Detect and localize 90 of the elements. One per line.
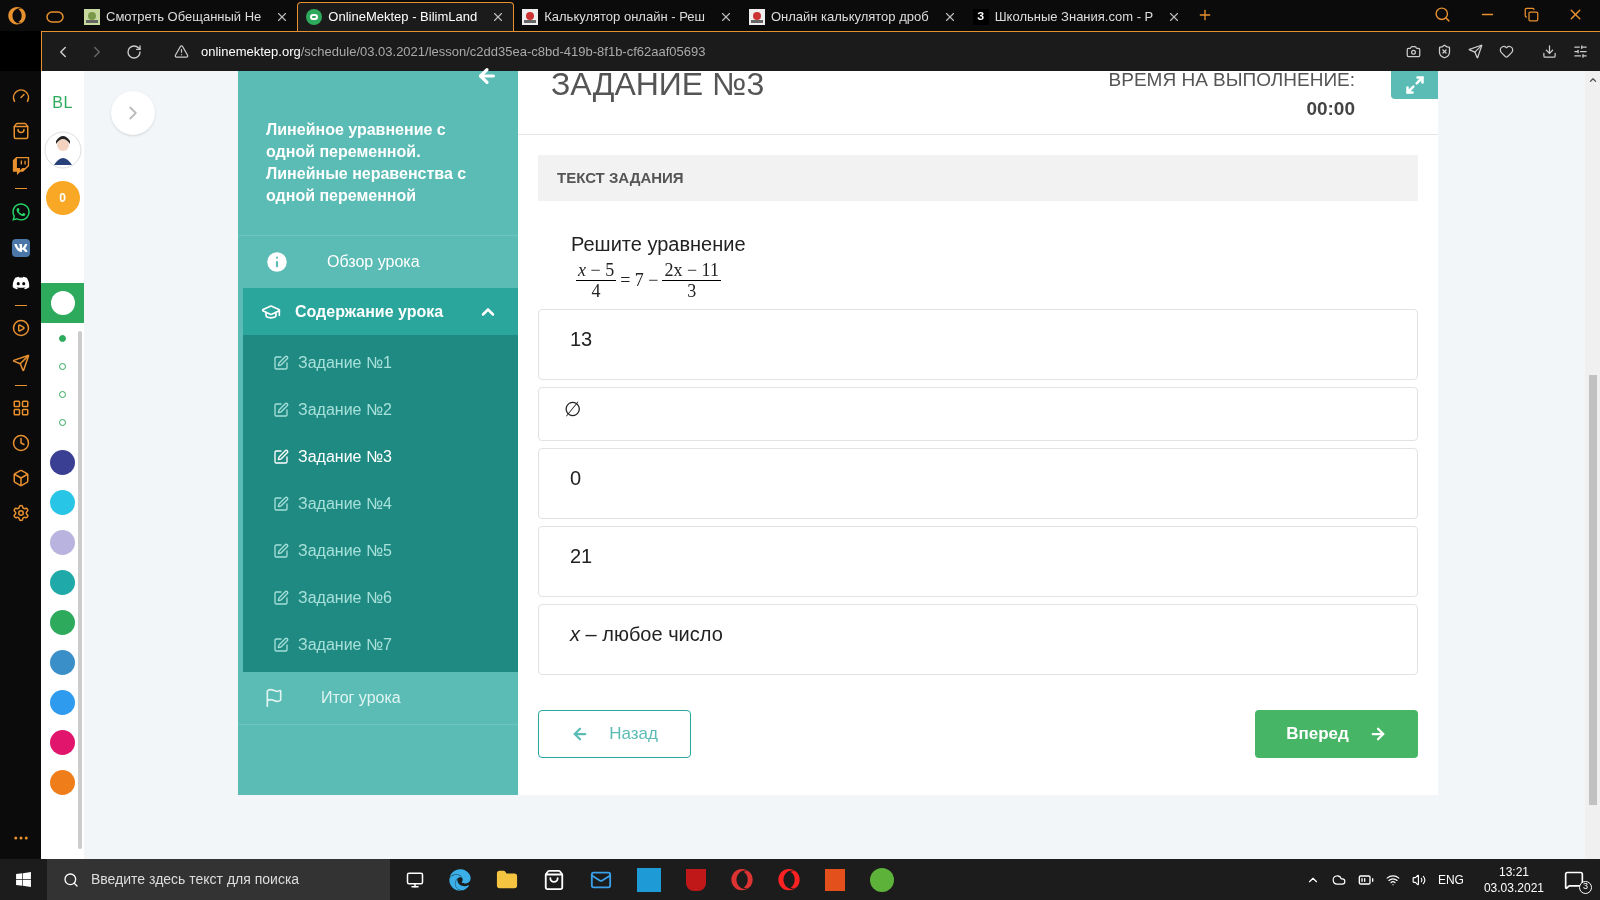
- answer-option[interactable]: x – любое число: [538, 604, 1418, 675]
- bag-icon[interactable]: [11, 122, 30, 140]
- torrent-icon[interactable]: [870, 867, 894, 892]
- restore-icon[interactable]: [1524, 7, 1539, 22]
- warning-icon[interactable]: [174, 44, 189, 59]
- lesson-title: Линейное уравнение с одной переменной. Линейные неравенства с одной переменной: [266, 120, 468, 206]
- site-icon: [522, 8, 539, 25]
- site-tile[interactable]: [41, 283, 84, 323]
- settings-icon[interactable]: [11, 504, 30, 522]
- discord-icon[interactable]: [11, 274, 30, 292]
- timer-label: ВРЕМЯ НА ВЫПОЛНЕНИЕ:: [1108, 68, 1355, 92]
- site-icon: [748, 8, 765, 25]
- points-badge: 0: [45, 181, 80, 215]
- answer-option[interactable]: ∅: [538, 387, 1418, 441]
- scroll-up-icon[interactable]: [1587, 75, 1598, 85]
- site-icon: [84, 8, 100, 25]
- edge-icon[interactable]: [449, 868, 471, 891]
- heart-icon[interactable]: [1499, 44, 1514, 59]
- app-icon[interactable]: [637, 867, 661, 892]
- twitch-icon[interactable]: [11, 157, 30, 175]
- tab-title: Онлайн калькулятор дроб: [770, 7, 930, 26]
- speed-dial-icon[interactable]: [11, 87, 30, 105]
- browser-tab[interactable]: З Школьные Знания.com - Р: [964, 2, 1190, 31]
- download-icon[interactable]: [1542, 44, 1557, 59]
- clock-date[interactable]: 03.03.2021: [1483, 879, 1544, 896]
- timer: 00:00: [1306, 96, 1355, 121]
- edit-icon: [273, 448, 289, 465]
- volume-icon[interactable]: [1411, 872, 1426, 887]
- answer-option[interactable]: 21: [538, 526, 1418, 597]
- search-field[interactable]: Введите здесь текст для поиска: [47, 859, 390, 900]
- address-field[interactable]: onlinemektep.org/schedule/03.03.2021/lesson/c2dd35ea-c8bd-419b-8f1b-cf62aaf05693: [201, 41, 706, 62]
- edit-icon: [273, 354, 289, 371]
- tab-title: Калькулятор онлайн - Реш: [544, 7, 706, 26]
- notification-count: 3: [1579, 880, 1592, 894]
- app-icon[interactable]: [50, 450, 75, 475]
- edit-icon: [273, 589, 289, 606]
- language-indicator[interactable]: ENG: [1437, 870, 1464, 889]
- folder-icon[interactable]: [496, 868, 518, 891]
- wifi-icon[interactable]: [1385, 872, 1400, 887]
- browser-tab[interactable]: Смотреть Обещанный Не: [76, 2, 298, 31]
- tab-title: OnlineMektep - BilimLand: [328, 8, 479, 27]
- browser-logo-icon[interactable]: [8, 7, 26, 25]
- clock-time[interactable]: 13:21: [1498, 863, 1529, 880]
- tab-title: Школьные Знания.com - Р: [994, 7, 1155, 26]
- gamepad-icon: [46, 11, 64, 23]
- browser-tab[interactable]: Калькулятор онлайн - Реш: [514, 2, 741, 31]
- settings-icon[interactable]: [1573, 44, 1588, 59]
- answer-option[interactable]: 0: [538, 448, 1418, 519]
- edit-icon: [273, 401, 289, 418]
- section-heading: ТЕКСТ ЗАДАНИЯ: [557, 167, 684, 188]
- notifications-icon[interactable]: [1564, 869, 1584, 890]
- fullscreen-icon: [1404, 75, 1425, 95]
- search-icon: [63, 871, 79, 888]
- camera-icon[interactable]: [1406, 44, 1421, 59]
- vk-icon[interactable]: [11, 239, 30, 257]
- flag-icon: [264, 688, 284, 708]
- reload-icon[interactable]: [126, 43, 142, 60]
- shield-icon[interactable]: [1437, 44, 1452, 59]
- browser-tab[interactable]: Онлайн калькулятор дроб: [740, 2, 965, 31]
- search-icon[interactable]: [1434, 6, 1451, 23]
- tab-title: Смотреть Обещанный Не: [106, 7, 263, 26]
- edit-icon: [273, 542, 289, 559]
- edit-icon: [273, 636, 289, 653]
- cube-icon[interactable]: [11, 469, 30, 487]
- site-icon: [306, 9, 323, 25]
- whatsapp-icon[interactable]: [10, 202, 31, 222]
- info-icon: [264, 249, 290, 275]
- task-view-icon[interactable]: [406, 870, 424, 889]
- start-icon[interactable]: [15, 871, 32, 888]
- play-icon[interactable]: [11, 319, 30, 337]
- browser-tab[interactable]: OnlineMektep - BilimLand: [297, 2, 515, 31]
- opera-icon[interactable]: [778, 868, 800, 891]
- send-icon[interactable]: [11, 354, 30, 372]
- edit-icon: [273, 495, 289, 512]
- app-icon[interactable]: [50, 730, 75, 755]
- cloud-icon[interactable]: [1331, 872, 1346, 887]
- back-arrow-icon[interactable]: [476, 65, 498, 87]
- store-icon[interactable]: [543, 868, 565, 891]
- scrollbar-thumb[interactable]: [1588, 375, 1597, 805]
- grid-icon[interactable]: [11, 399, 30, 417]
- task-link[interactable]: Задание №3: [243, 433, 518, 480]
- send-icon[interactable]: [1468, 44, 1483, 59]
- opera-icon[interactable]: [731, 868, 753, 891]
- avatar[interactable]: [43, 131, 82, 169]
- office-icon[interactable]: [825, 868, 845, 891]
- task-title: ЗАДАНИЕ №3: [551, 68, 765, 100]
- clock-icon[interactable]: [11, 434, 30, 452]
- question-text: Решите уравнение: [571, 232, 747, 257]
- answer-option[interactable]: 13: [538, 309, 1418, 380]
- site-icon: З: [972, 8, 989, 25]
